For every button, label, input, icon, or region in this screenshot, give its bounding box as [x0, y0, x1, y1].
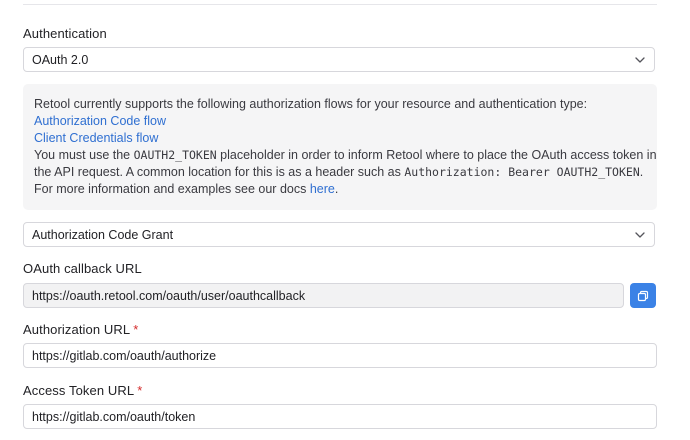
authentication-label: Authentication	[23, 26, 107, 41]
top-divider	[23, 4, 657, 5]
access-token-url-input[interactable]: https://gitlab.com/oauth/token	[23, 404, 657, 429]
info-docs-line: For more information and examples see ou…	[34, 181, 646, 198]
authorization-code-flow-link[interactable]: Authorization Code flow	[34, 113, 646, 130]
authorization-url-label-text: Authorization URL	[23, 322, 131, 337]
copy-icon	[637, 290, 649, 301]
token-placeholder-code: OAUTH2_TOKEN	[133, 148, 217, 162]
copy-callback-url-button[interactable]	[630, 283, 656, 308]
callback-url-value: https://oauth.retool.com/oauth/user/oaut…	[32, 288, 306, 303]
chevron-down-icon	[635, 232, 645, 238]
info-intro: Retool currently supports the following …	[34, 97, 588, 111]
grant-type-select[interactable]: Authorization Code Grant	[23, 222, 655, 247]
chevron-down-icon	[635, 57, 645, 63]
access-token-url-label-text: Access Token URL	[23, 383, 135, 398]
info-line5-post: .	[334, 182, 339, 196]
info-line4-pre: the API request. A common location for t…	[34, 165, 405, 179]
oauth-info-box: Retool currently supports the following …	[23, 84, 657, 210]
authorization-url-label: Authorization URL *	[23, 322, 138, 338]
info-line3-pre: You must use the	[34, 148, 134, 162]
required-asterisk: *	[137, 383, 143, 398]
header-example-code: Authorization: Bearer OAUTH2_TOKEN	[404, 165, 640, 179]
info-line3-post: placeholder in order to inform Retool wh…	[216, 148, 657, 162]
grant-type-select-value: Authorization Code Grant	[32, 227, 174, 242]
callback-url-field: https://oauth.retool.com/oauth/user/oaut…	[23, 283, 624, 308]
authorization-url-input[interactable]: https://gitlab.com/oauth/authorize	[23, 343, 657, 368]
access-token-url-label: Access Token URL *	[23, 383, 142, 399]
authentication-select[interactable]: OAuth 2.0	[23, 47, 655, 72]
authorization-url-value: https://gitlab.com/oauth/authorize	[32, 348, 217, 363]
authentication-select-value: OAuth 2.0	[32, 52, 89, 67]
docs-here-link[interactable]: here	[310, 182, 335, 196]
info-token-line: You must use the OAUTH2_TOKEN placeholde…	[34, 147, 657, 164]
info-line5-pre: For more information and examples see ou…	[34, 182, 310, 196]
client-credentials-flow-link[interactable]: Client Credentials flow	[34, 130, 646, 147]
access-token-url-value: https://gitlab.com/oauth/token	[32, 409, 196, 424]
info-header-line: the API request. A common location for t…	[34, 164, 646, 181]
info-line4-post: .	[639, 165, 644, 179]
required-asterisk: *	[133, 322, 139, 337]
callback-url-label: OAuth callback URL	[23, 261, 142, 276]
